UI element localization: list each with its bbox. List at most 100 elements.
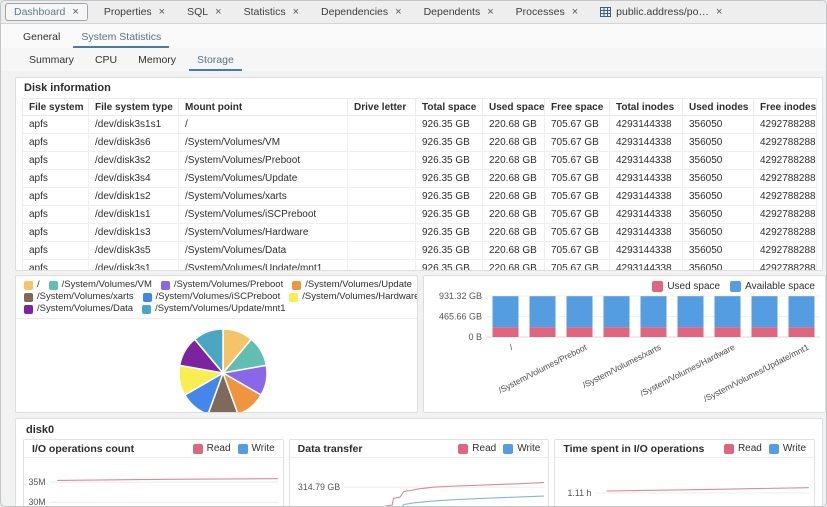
table-cell xyxy=(348,260,416,272)
document-tab-properties[interactable]: Properties× xyxy=(93,3,176,21)
table-row[interactable]: apfs/dev/disk1s1/System/Volumes/iSCPrebo… xyxy=(23,206,817,224)
table-cell: 4293144338 xyxy=(610,170,683,188)
disk-usage-pie-panel: / /System/Volumes/VM/System/Volumes/Prebo… xyxy=(15,275,418,413)
pie-legend-item: / xyxy=(24,280,40,290)
table-row[interactable]: apfs/dev/disk3s4/System/Volumes/Update92… xyxy=(23,170,817,188)
bar-used xyxy=(604,327,630,337)
table-cell: 4293144338 xyxy=(610,242,683,260)
panel-title-time-spent-in-i-o-operations: Time spent in I/O operations xyxy=(563,443,704,455)
close-icon[interactable]: × xyxy=(215,7,221,18)
panel-data-transfer: Data transferReadWrite314.79 GB xyxy=(289,439,550,507)
table-row[interactable]: apfs/dev/disk1s2/System/Volumes/xarts926… xyxy=(23,188,817,206)
legend-label: Read xyxy=(207,444,231,454)
disk-information-title: Disk information xyxy=(16,78,822,97)
table-header-row: File systemFile system typeMount pointDr… xyxy=(23,99,817,116)
column-header-total-inodes: Total inodes xyxy=(610,99,683,116)
read-write-legend: ReadWrite xyxy=(724,444,806,454)
legend-item-write: Write xyxy=(238,444,275,454)
table-cell: 4293144338 xyxy=(610,116,683,134)
table-cell: 220.68 GB xyxy=(483,134,545,152)
bar-used xyxy=(715,327,741,337)
legend-swatch xyxy=(161,281,170,290)
table-cell: 4292788288 xyxy=(754,206,817,224)
table-cell xyxy=(348,116,416,134)
table-cell: 220.68 GB xyxy=(483,242,545,260)
column-header-drive-letter: Drive letter xyxy=(348,99,416,116)
column-header-total-space: Total space xyxy=(416,99,483,116)
column-header-file-system-type: File system type xyxy=(89,99,179,116)
subtab-memory[interactable]: Memory xyxy=(130,50,184,71)
close-icon[interactable]: × xyxy=(293,7,299,18)
bar-ytick-label: 465.66 GB xyxy=(439,312,482,322)
table-cell: 4293144338 xyxy=(610,224,683,242)
tab-general[interactable]: General xyxy=(15,27,68,48)
bar-ytick-label: 0 B xyxy=(468,332,482,342)
table-row[interactable]: apfs/dev/disk1s3/System/Volumes/Hardware… xyxy=(23,224,817,242)
bar-used xyxy=(530,327,556,337)
document-tab-dependencies[interactable]: Dependencies × xyxy=(310,3,413,21)
table-cell: 926.35 GB xyxy=(416,206,483,224)
table-cell: /System/Volumes/xarts xyxy=(179,188,348,206)
legend-swatch xyxy=(652,281,663,292)
line-ytick-label: 35M xyxy=(28,477,45,487)
line-chart-data-transfer: 314.79 GB xyxy=(290,458,549,507)
disk-information-panel: Disk information File systemFile system … xyxy=(15,77,823,271)
document-tab-dashboard[interactable]: Dashboard × xyxy=(5,3,88,21)
table-cell: 705.67 GB xyxy=(545,188,610,206)
storage-charts-row: / /System/Volumes/VM/System/Volumes/Prebo… xyxy=(15,275,826,413)
tab-system-statistics[interactable]: System Statistics xyxy=(73,27,169,48)
document-tab-dependents[interactable]: Dependents× xyxy=(413,3,505,21)
table-row[interactable]: apfs/dev/disk3s6/System/Volumes/VM926.35… xyxy=(23,134,817,152)
close-icon[interactable]: × xyxy=(72,7,78,18)
legend-label: /System/Volumes/VM xyxy=(62,280,152,290)
close-icon[interactable]: × xyxy=(395,7,401,18)
panel-i-o-operations-count: I/O operations countReadWrite35M30M xyxy=(23,439,284,507)
document-tab-processes[interactable]: Processes× xyxy=(505,3,589,21)
disk-information-table: File systemFile system typeMount pointDr… xyxy=(22,98,817,271)
document-tab-statistics[interactable]: Statistics× xyxy=(233,3,310,21)
subtab-cpu[interactable]: CPU xyxy=(87,50,125,71)
table-cell: 4293144338 xyxy=(610,206,683,224)
table-cell: / xyxy=(179,116,348,134)
bar-chart-legend: Used space Available space xyxy=(424,276,825,292)
document-tab-sql[interactable]: SQL× xyxy=(176,3,232,21)
pie-legend-row: /System/Volumes/Data/System/Volumes/Upda… xyxy=(24,304,409,314)
table-cell: 705.67 GB xyxy=(545,242,610,260)
column-header-mount-point: Mount point xyxy=(179,99,348,116)
close-icon[interactable]: × xyxy=(572,7,578,18)
legend-label: Available space xyxy=(745,281,815,292)
table-cell: 926.35 GB xyxy=(416,260,483,272)
table-cell: 926.35 GB xyxy=(416,170,483,188)
table-cell: 4293144338 xyxy=(610,134,683,152)
subtab-summary[interactable]: Summary xyxy=(21,50,82,71)
document-tab-label: Dependencies xyxy=(321,6,388,18)
table-cell: apfs xyxy=(23,260,89,272)
table-row[interactable]: apfs/dev/disk3s5/System/Volumes/Data926.… xyxy=(23,242,817,260)
table-row[interactable]: apfs/dev/disk3s2/System/Volumes/Preboot9… xyxy=(23,152,817,170)
disk0-charts-row: I/O operations countReadWrite35M30MData … xyxy=(16,439,822,507)
disk-space-bar-panel: Used spaceAvailable space 931.32 GB465.6… xyxy=(423,275,826,413)
table-cell: apfs xyxy=(23,188,89,206)
legend-swatch xyxy=(724,444,734,454)
bar-available xyxy=(715,296,741,327)
column-header-free-space: Free space xyxy=(545,99,610,116)
close-icon[interactable]: × xyxy=(487,7,493,18)
document-tab-public-address-po[interactable]: public.address/po…× xyxy=(589,3,733,21)
disk-usage-pie-chart xyxy=(16,319,417,413)
close-icon[interactable]: × xyxy=(159,7,165,18)
bar-available xyxy=(567,296,593,327)
legend-swatch xyxy=(24,281,33,290)
pie-legend-item: /System/Volumes/Preboot xyxy=(161,280,283,290)
table-cell: 4292788288 xyxy=(754,170,817,188)
table-cell: 4292788288 xyxy=(754,242,817,260)
table-grid-icon xyxy=(600,7,611,17)
panel-header: Data transferReadWrite xyxy=(290,440,549,458)
legend-label: Used space xyxy=(667,281,720,292)
table-row[interactable]: apfs/dev/disk3s1s1/926.35 GB220.68 GB705… xyxy=(23,116,817,134)
close-icon[interactable]: × xyxy=(716,7,722,18)
subtab-storage[interactable]: Storage xyxy=(189,50,242,71)
table-cell: 705.67 GB xyxy=(545,170,610,188)
legend-label: /System/Volumes/Hardware xyxy=(302,292,418,302)
document-tab-label: Dashboard xyxy=(14,6,65,18)
table-row[interactable]: apfs/dev/disk3s1/System/Volumes/Update/m… xyxy=(23,260,817,272)
